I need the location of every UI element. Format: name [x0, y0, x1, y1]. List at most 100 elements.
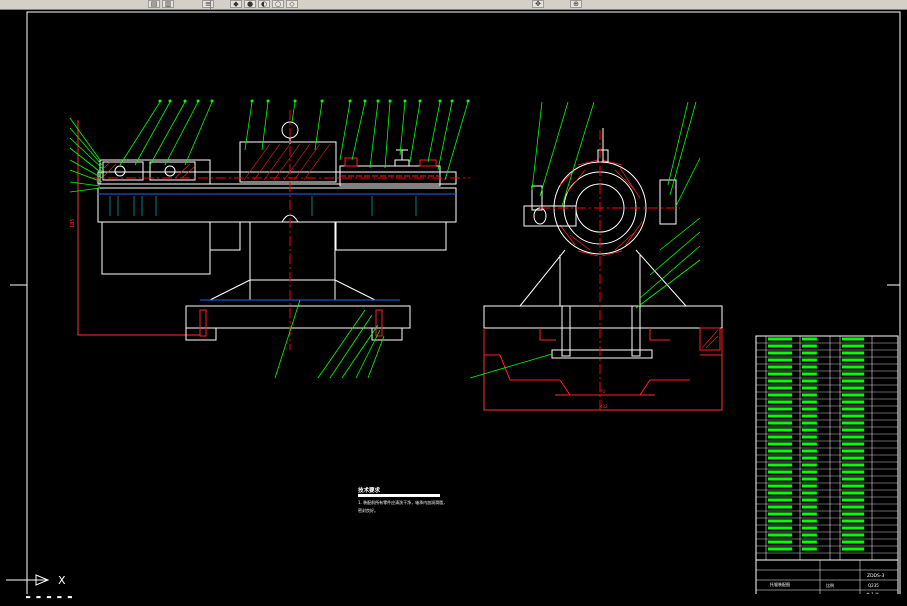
parts-cell-text — [802, 365, 817, 369]
parts-cell-text — [802, 414, 817, 418]
parts-cell-text — [842, 491, 865, 495]
status-bar: ▬ ▬ ▬ ▬ ▬ — [0, 593, 907, 602]
parts-cell-text — [768, 379, 793, 383]
status-text: ▬ ▬ ▬ ▬ ▬ — [26, 593, 73, 601]
parts-cell-text — [768, 470, 793, 474]
parts-cell-text — [842, 449, 865, 453]
parts-cell-text — [842, 421, 865, 425]
match-properties-icon[interactable]: ◆ — [230, 0, 242, 8]
parts-cell-text — [768, 442, 793, 446]
parts-cell-text — [802, 526, 817, 530]
layer-state-icon[interactable]: ▥ — [162, 0, 174, 8]
parts-cell-text — [768, 344, 793, 348]
parts-cell-text — [768, 484, 793, 488]
ucs-icon: X — [6, 574, 66, 587]
parts-cell-text — [768, 414, 793, 418]
parts-cell-text — [842, 386, 865, 390]
parts-cell-text — [802, 442, 817, 446]
tech-requirements: 技术要求 1. 装配前所有零件应清洗干净，轴承内加润滑脂， 密封良好。 — [358, 486, 447, 513]
parts-cell-text — [842, 344, 865, 348]
drawing-canvas[interactable]: 185 70 432 ZDDS-3 Q235 托辊装配图 比例 技术要求 1. … — [0, 10, 907, 602]
parts-cell-text — [802, 393, 817, 397]
pan-icon[interactable]: ✥ — [532, 0, 544, 8]
parts-cell-text — [768, 463, 793, 467]
parts-cell-text — [842, 365, 865, 369]
parts-cell-text — [802, 372, 817, 376]
parts-cell-text — [802, 498, 817, 502]
parts-cell-text — [842, 414, 865, 418]
parts-cell-text — [842, 533, 865, 537]
parts-cell-text — [768, 337, 793, 341]
parts-cell-text — [802, 435, 817, 439]
parts-cell-text — [842, 547, 865, 551]
parts-cell-text — [768, 498, 793, 502]
svg-text:70: 70 — [600, 389, 606, 394]
parts-cell-text — [768, 407, 793, 411]
parts-cell-text — [802, 547, 817, 551]
parts-cell-text — [768, 547, 793, 551]
properties-icon[interactable]: ≡ — [202, 0, 214, 8]
svg-text:185: 185 — [70, 218, 76, 228]
title-material: Q235 — [868, 583, 879, 588]
parts-cell-text — [802, 456, 817, 460]
color-control-icon[interactable]: ● — [244, 0, 256, 8]
parts-cell-text — [802, 379, 817, 383]
parts-cell-text — [768, 421, 793, 425]
parts-cell-text — [802, 477, 817, 481]
front-view: 185 — [70, 110, 470, 350]
plot-style-icon[interactable]: ◇ — [286, 0, 298, 8]
ucs-x-label: X — [58, 574, 66, 587]
parts-cell-text — [802, 512, 817, 516]
parts-cell-text — [842, 372, 865, 376]
lineweight-control-icon[interactable]: ○ — [272, 0, 284, 8]
parts-cell-text — [768, 428, 793, 432]
parts-cell-text — [802, 407, 817, 411]
parts-cell-text — [802, 400, 817, 404]
parts-cell-text — [842, 351, 865, 355]
parts-cell-text — [768, 365, 793, 369]
parts-cell-text — [768, 512, 793, 516]
parts-cell-text — [768, 526, 793, 530]
zoom-icon[interactable]: ⊕ — [570, 0, 582, 8]
parts-cell-text — [768, 351, 793, 355]
parts-cell-text — [802, 386, 817, 390]
parts-cell-text — [842, 400, 865, 404]
side-view: 70 432 — [483, 128, 723, 411]
parts-cell-text — [802, 358, 817, 362]
parts-cell-text — [768, 386, 793, 390]
front-view-leaders — [69, 101, 469, 379]
parts-cell-text — [768, 393, 793, 397]
parts-cell-text — [842, 379, 865, 383]
parts-cell-text — [768, 533, 793, 537]
parts-list — [755, 335, 899, 561]
parts-cell-text — [802, 519, 817, 523]
drawing-svg: 185 70 432 ZDDS-3 Q235 托辊装配图 比例 技术要求 1. … — [6, 11, 901, 601]
parts-cell-text — [842, 498, 865, 502]
title-name: 托辊装配图 — [770, 581, 790, 587]
linetype-control-icon[interactable]: ◐ — [258, 0, 270, 8]
tech-requirements-title: 技术要求 — [358, 486, 381, 494]
parts-cell-text — [768, 540, 793, 544]
parts-cell-text — [802, 449, 817, 453]
parts-cell-text — [802, 533, 817, 537]
layer-icon[interactable]: ▤ — [148, 0, 160, 8]
parts-cell-text — [842, 526, 865, 530]
parts-cell-text — [768, 449, 793, 453]
parts-cell-text — [802, 470, 817, 474]
title-scale: 比例 — [826, 582, 834, 588]
parts-cell-text — [768, 505, 793, 509]
title-drawing-number: ZDDS-3 — [867, 573, 884, 579]
svg-text:432: 432 — [600, 404, 608, 409]
front-view-balloons — [158, 99, 470, 103]
toolbar-separator — [210, 0, 211, 9]
parts-cell-text — [768, 372, 793, 376]
parts-cell-text — [842, 470, 865, 474]
parts-cell-text — [842, 512, 865, 516]
cad-toolbar: ▤ ▥ ≡ ◆ ● ◐ ○ ◇ ✥ ⊕ — [0, 0, 907, 10]
parts-cell-text — [842, 428, 865, 432]
parts-cell-text — [802, 421, 817, 425]
parts-cell-text — [802, 428, 817, 432]
parts-cell-text — [802, 463, 817, 467]
side-view-leaders — [469, 101, 701, 379]
parts-cell-text — [802, 540, 817, 544]
